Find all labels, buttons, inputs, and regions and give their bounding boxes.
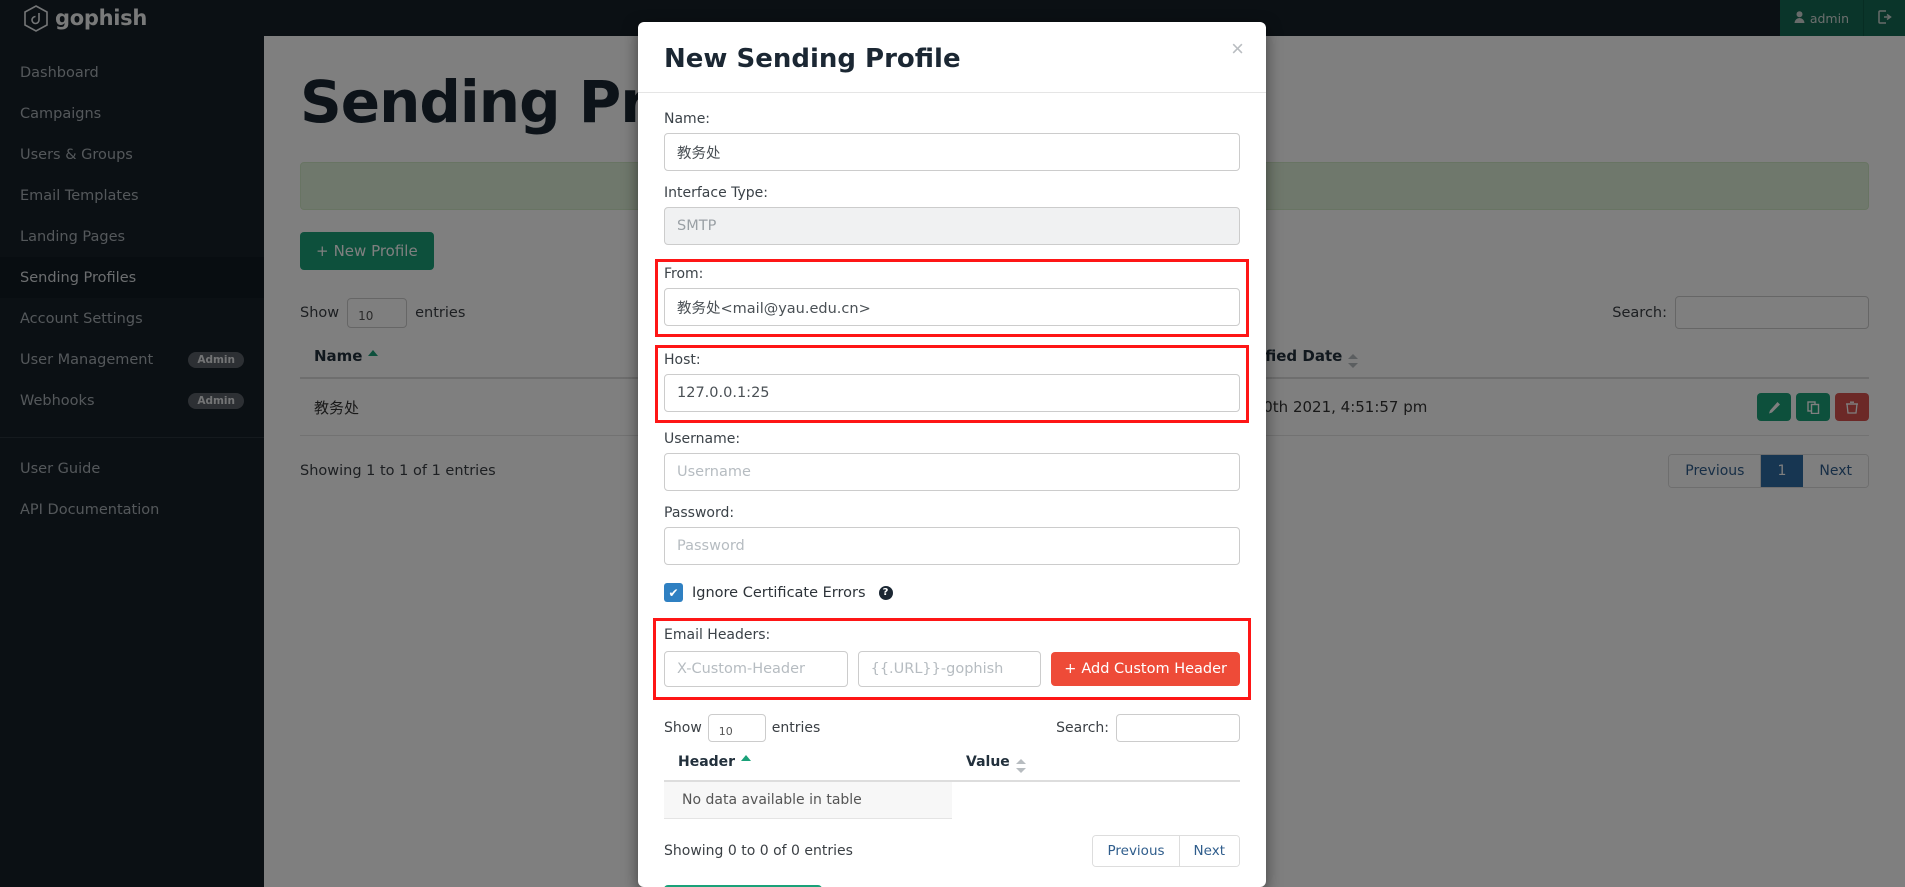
- field-password: Password:: [664, 505, 1240, 565]
- headers-table-empty-row: No data available in table: [664, 781, 1240, 819]
- headers-table-empty-filler: [952, 781, 1240, 819]
- username-label: Username:: [664, 431, 741, 447]
- host-label: Host:: [664, 352, 701, 368]
- field-username: Username:: [664, 431, 1240, 491]
- headers-pagination-previous[interactable]: Previous: [1093, 836, 1180, 866]
- headers-table-header-row: Header Value: [664, 754, 1240, 782]
- headers-search-input[interactable]: [1116, 714, 1240, 742]
- interface-type-label: Interface Type:: [664, 185, 769, 201]
- add-custom-header-button[interactable]: + Add Custom Header: [1051, 652, 1241, 686]
- sort-ascending-icon: [741, 755, 752, 761]
- headers-table-controls: Show 10 entries Search:: [664, 714, 1240, 742]
- ignore-cert-errors-row[interactable]: ✔ Ignore Certificate Errors ?: [664, 583, 1240, 602]
- modal-title: New Sending Profile: [664, 44, 961, 74]
- headers-table: Header Value No data available in table: [664, 754, 1240, 819]
- column-header-value[interactable]: Value: [952, 754, 1240, 782]
- new-sending-profile-modal: New Sending Profile × Name: Interface Ty…: [638, 22, 1266, 887]
- question-circle-icon[interactable]: ?: [878, 585, 893, 600]
- headers-page-length-value: 10: [718, 725, 733, 738]
- headers-pagination-next[interactable]: Next: [1179, 836, 1239, 866]
- email-headers-inputs: + Add Custom Header: [664, 651, 1241, 687]
- email-headers-label: Email Headers:: [664, 627, 771, 643]
- headers-table-footer: Showing 0 to 0 of 0 entries Previous Nex…: [664, 835, 1240, 867]
- name-input[interactable]: [664, 133, 1240, 171]
- ignore-cert-errors-label: Ignore Certificate Errors: [692, 584, 866, 601]
- modal-body: Name: Interface Type: From: Host: Userna…: [638, 93, 1266, 887]
- headers-page-length-select[interactable]: 10: [707, 714, 766, 742]
- headers-show-label: Show: [664, 720, 702, 736]
- field-name: Name:: [664, 111, 1240, 171]
- column-header-header[interactable]: Header: [664, 754, 952, 782]
- headers-showing-text: Showing 0 to 0 of 0 entries: [664, 843, 853, 859]
- password-input[interactable]: [664, 527, 1240, 565]
- from-input[interactable]: [664, 288, 1240, 326]
- email-headers-section: Email Headers: + Add Custom Header: [653, 618, 1251, 700]
- add-custom-header-label: Add Custom Header: [1081, 661, 1228, 677]
- interface-type-input: [664, 207, 1240, 245]
- headers-search-label: Search:: [1056, 720, 1109, 736]
- name-label: Name:: [664, 111, 711, 127]
- from-label: From:: [664, 266, 704, 282]
- close-icon[interactable]: ×: [1231, 38, 1244, 60]
- password-label: Password:: [664, 505, 735, 521]
- headers-table-empty-text: No data available in table: [664, 781, 952, 819]
- ignore-cert-errors-checkbox[interactable]: ✔: [664, 583, 683, 602]
- custom-header-value-input[interactable]: [857, 651, 1042, 687]
- custom-header-name-input[interactable]: [664, 651, 848, 687]
- headers-entries-label: entries: [771, 720, 821, 736]
- headers-table-search: Search:: [1056, 714, 1240, 742]
- field-host: Host:: [655, 345, 1249, 423]
- field-interface-type: Interface Type:: [664, 185, 1240, 245]
- headers-pagination: Previous Next: [1092, 835, 1240, 867]
- username-input[interactable]: [664, 453, 1240, 491]
- field-from: From:: [655, 259, 1249, 337]
- plus-icon: +: [1064, 661, 1077, 677]
- modal-header: New Sending Profile ×: [638, 22, 1266, 93]
- host-input[interactable]: [664, 374, 1240, 412]
- app-root: gophish admin: [0, 0, 1905, 887]
